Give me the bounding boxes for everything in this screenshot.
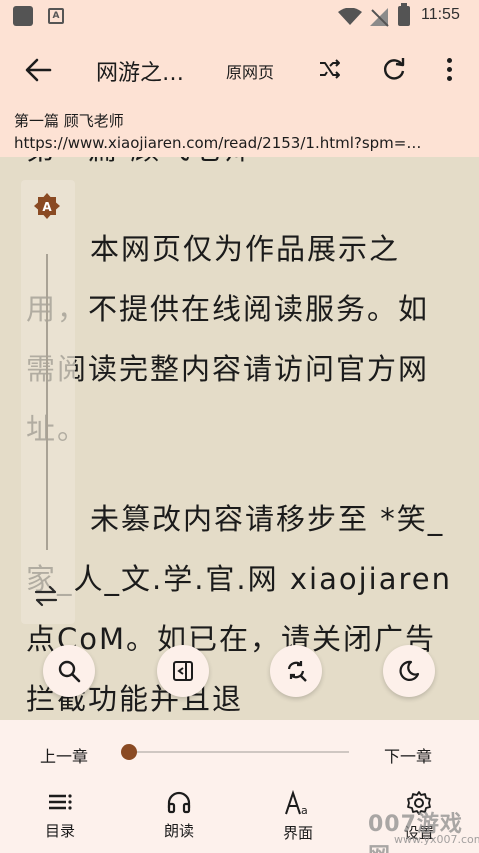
- nav-interface[interactable]: a 界面: [268, 790, 328, 850]
- top-toolbar: 网游之… 原网页: [0, 33, 479, 107]
- original-page-button[interactable]: 原网页: [226, 59, 274, 83]
- svg-text:A: A: [42, 200, 52, 214]
- auto-page-button[interactable]: [157, 645, 209, 697]
- night-mode-button[interactable]: [383, 645, 435, 697]
- no-signal-icon: [370, 8, 389, 27]
- nav-toc[interactable]: 目录: [30, 790, 90, 850]
- brightness-slider[interactable]: [46, 254, 48, 550]
- content-paragraph: 本网页仅为作品展示之用，不提供在线阅读服务。如需阅读完整内容请访问官方网址。: [26, 232, 430, 446]
- battery-charging-icon: [398, 3, 410, 26]
- status-time: 11:55: [421, 6, 460, 23]
- previous-chapter-button[interactable]: 上一章: [40, 743, 88, 767]
- chapter-progress-slider[interactable]: [128, 751, 349, 753]
- find-replace-icon: [287, 661, 307, 682]
- refresh-icon[interactable]: [381, 57, 407, 83]
- watermark-url: www.yx007.com: [394, 833, 479, 846]
- chapter-title: 第一篇 顾飞老师: [14, 112, 124, 130]
- font-size-icon: a: [285, 790, 308, 816]
- wifi-icon: [338, 8, 362, 25]
- auto-brightness-icon[interactable]: A: [33, 192, 61, 220]
- svg-text:a: a: [301, 804, 308, 816]
- progress-thumb[interactable]: [121, 744, 137, 760]
- swap-side-icon[interactable]: [33, 584, 59, 608]
- next-chapter-button[interactable]: 下一章: [384, 743, 432, 767]
- change-source-icon[interactable]: [318, 58, 342, 80]
- headphones-icon: [167, 791, 191, 814]
- more-options-icon[interactable]: [441, 55, 457, 85]
- status-bar: A 11:55: [0, 0, 479, 33]
- back-arrow-icon[interactable]: [24, 57, 52, 83]
- search-button[interactable]: [43, 645, 95, 697]
- notification-a-icon: A: [48, 8, 64, 24]
- nav-toc-label: 目录: [44, 822, 75, 840]
- book-title: 网游之…: [96, 61, 185, 86]
- moon-icon: [399, 660, 420, 681]
- list-icon: [49, 794, 72, 810]
- auto-page-icon: [173, 661, 193, 681]
- chapter-info: 第一篇 顾飞老师 https://www.xiaojiaren.com/read…: [0, 107, 479, 157]
- chapter-url[interactable]: https://www.xiaojiaren.com/read/2153/1.h…: [14, 134, 466, 152]
- brightness-panel: A: [21, 180, 75, 624]
- content-heading: 第一篇 顾飞老师: [26, 157, 456, 179]
- search-icon: [58, 660, 81, 683]
- app-notification-icon: [13, 6, 33, 26]
- nav-read-aloud-label: 朗读: [163, 822, 194, 840]
- replace-rule-button[interactable]: [270, 645, 322, 697]
- nav-read-aloud[interactable]: 朗读: [149, 790, 209, 850]
- nav-interface-label: 界面: [282, 824, 313, 842]
